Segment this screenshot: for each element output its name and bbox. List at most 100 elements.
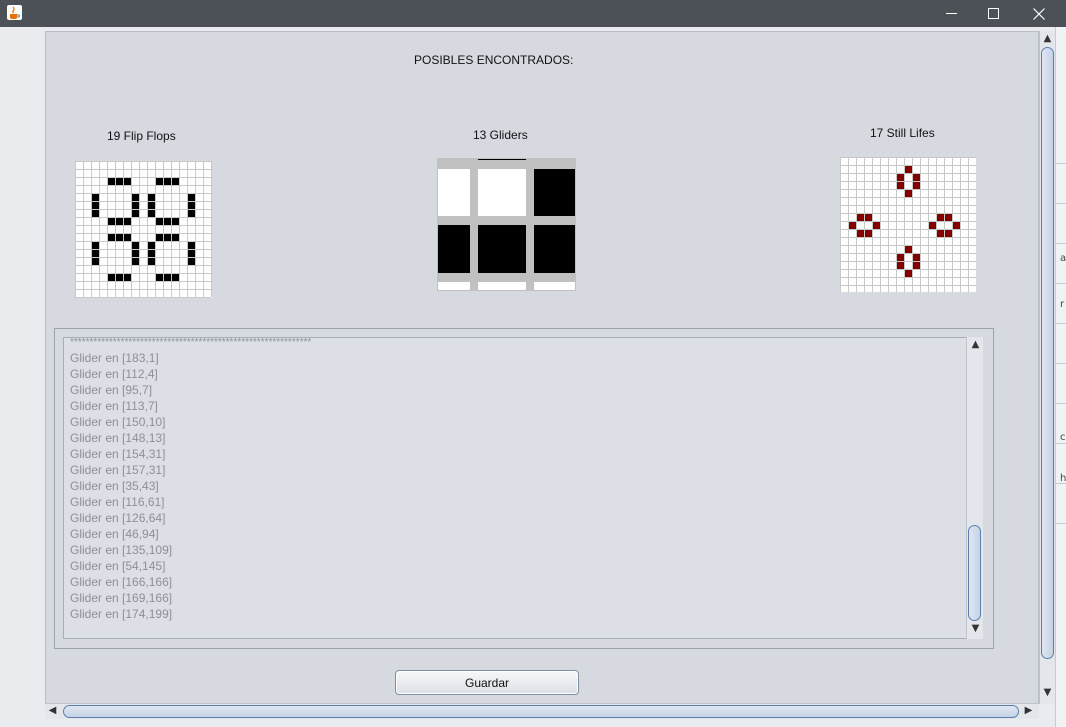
still-lifes-pattern [840, 157, 976, 292]
still-life-cell [953, 222, 960, 229]
still-life-cell [857, 214, 864, 221]
log-line: Glider en [113,7] [70, 399, 158, 413]
separator-line: ****************************************… [70, 337, 312, 348]
gliders-pattern [437, 158, 576, 291]
flip-flop-cell [92, 202, 99, 209]
log-line: Glider en [157,31] [70, 463, 166, 477]
still-life-cell [945, 230, 952, 237]
flip-flop-cell [188, 210, 195, 217]
flip-flops-label: 19 Flip Flops [107, 129, 176, 143]
still-life-cell [849, 222, 856, 229]
still-life-cell [905, 246, 912, 253]
scroll-up-icon[interactable]: ▲ [970, 339, 981, 350]
flip-flops-pattern [75, 161, 212, 298]
flip-flop-cell [132, 242, 139, 249]
log-line: Glider en [169,166] [70, 591, 173, 605]
log-line: Glider en [112,4] [70, 367, 158, 381]
still-life-cell [897, 174, 904, 181]
flip-flop-cell [164, 274, 171, 281]
maximize-button[interactable] [970, 0, 1016, 27]
still-life-cell [857, 230, 864, 237]
log-line: Glider en [135,109] [70, 543, 173, 557]
flip-flop-cell [164, 234, 171, 241]
log-line: Glider en [46,94] [70, 527, 159, 541]
edge-char: r [1060, 299, 1065, 310]
close-button[interactable] [1016, 0, 1062, 27]
scroll-left-icon[interactable]: ◀ [47, 705, 58, 716]
scroll-up-icon[interactable]: ▲ [1042, 33, 1053, 44]
flip-flop-cell [156, 178, 163, 185]
scroll-down-icon[interactable]: ▼ [970, 623, 981, 634]
flip-flop-cell [132, 250, 139, 257]
flip-flop-cell [92, 250, 99, 257]
flip-flop-cell [108, 178, 115, 185]
flip-flop-cell [188, 194, 195, 201]
flip-flop-cell [164, 218, 171, 225]
still-life-cell [897, 262, 904, 269]
flip-flop-cell [156, 218, 163, 225]
flip-flop-cell [108, 218, 115, 225]
flip-flop-cell [156, 234, 163, 241]
outer-horizontal-thumb[interactable] [63, 705, 1019, 718]
output-text-area[interactable]: ****************************************… [63, 337, 977, 639]
title-bar [0, 0, 1066, 27]
log-line: Glider en [95,7] [70, 383, 153, 397]
edge-char: a [1060, 253, 1066, 264]
flip-flop-cell [148, 242, 155, 249]
flip-flop-cell [188, 242, 195, 249]
flip-flop-cell [92, 210, 99, 217]
flip-flop-cell [92, 194, 99, 201]
output-console: ****************************************… [54, 328, 994, 649]
still-life-cell [913, 262, 920, 269]
outer-horizontal-scrollbar[interactable]: ◀ ▶ [45, 703, 1039, 719]
minimize-button[interactable] [928, 0, 974, 27]
minimize-icon [945, 13, 957, 14]
outer-vertical-scrollbar[interactable]: ▲ ▼ [1039, 31, 1055, 704]
still-life-cell [913, 254, 920, 261]
flip-flop-cell [132, 202, 139, 209]
log-line: Glider en [116,61] [70, 495, 165, 509]
console-scrollbar[interactable]: ▲ ▼ [966, 337, 983, 639]
still-lifes-label: 17 Still Lifes [870, 126, 935, 140]
save-button[interactable]: Guardar [395, 670, 579, 695]
flip-flop-cell [172, 178, 179, 185]
scroll-thumb[interactable] [968, 525, 981, 621]
still-life-cell [913, 174, 920, 181]
flip-flop-cell [124, 218, 131, 225]
scroll-right-icon[interactable]: ▶ [1023, 705, 1034, 716]
still-life-cell [865, 230, 872, 237]
log-line: Glider en [174,199] [70, 607, 173, 621]
flip-flop-cell [116, 218, 123, 225]
flip-flop-cell [108, 274, 115, 281]
log-line: Glider en [166,166] [70, 575, 173, 589]
log-line: Glider en [35,43] [70, 479, 159, 493]
edge-char: c [1060, 432, 1066, 443]
still-life-cell [913, 182, 920, 189]
gliders-label: 13 Gliders [473, 128, 528, 142]
flip-flop-cell [108, 234, 115, 241]
flip-flop-cell [92, 258, 99, 265]
log-line: Glider en [126,64] [70, 511, 166, 525]
flip-flop-cell [188, 258, 195, 265]
outer-vertical-thumb[interactable] [1041, 47, 1054, 659]
flip-flop-cell [172, 274, 179, 281]
flip-flop-cell [116, 178, 123, 185]
log-line: Glider en [183,1] [70, 351, 159, 365]
still-life-cell [937, 214, 944, 221]
still-life-cell [937, 230, 944, 237]
background-window-edge: a r c h [1055, 27, 1066, 727]
edge-char: h [1060, 473, 1066, 484]
scroll-down-icon[interactable]: ▼ [1042, 687, 1053, 698]
still-life-cell [905, 190, 912, 197]
flip-flop-cell [124, 234, 131, 241]
flip-flop-cell [148, 250, 155, 257]
java-coffee-cup-icon [7, 5, 22, 20]
flip-flop-cell [188, 250, 195, 257]
log-line: Glider en [150,10] [70, 415, 166, 429]
flip-flop-cell [148, 194, 155, 201]
still-life-cell [905, 270, 912, 277]
maximize-icon [987, 8, 999, 19]
flip-flop-cell [92, 242, 99, 249]
flip-flop-cell [132, 210, 139, 217]
log-line: Glider en [54,145] [70, 559, 166, 573]
